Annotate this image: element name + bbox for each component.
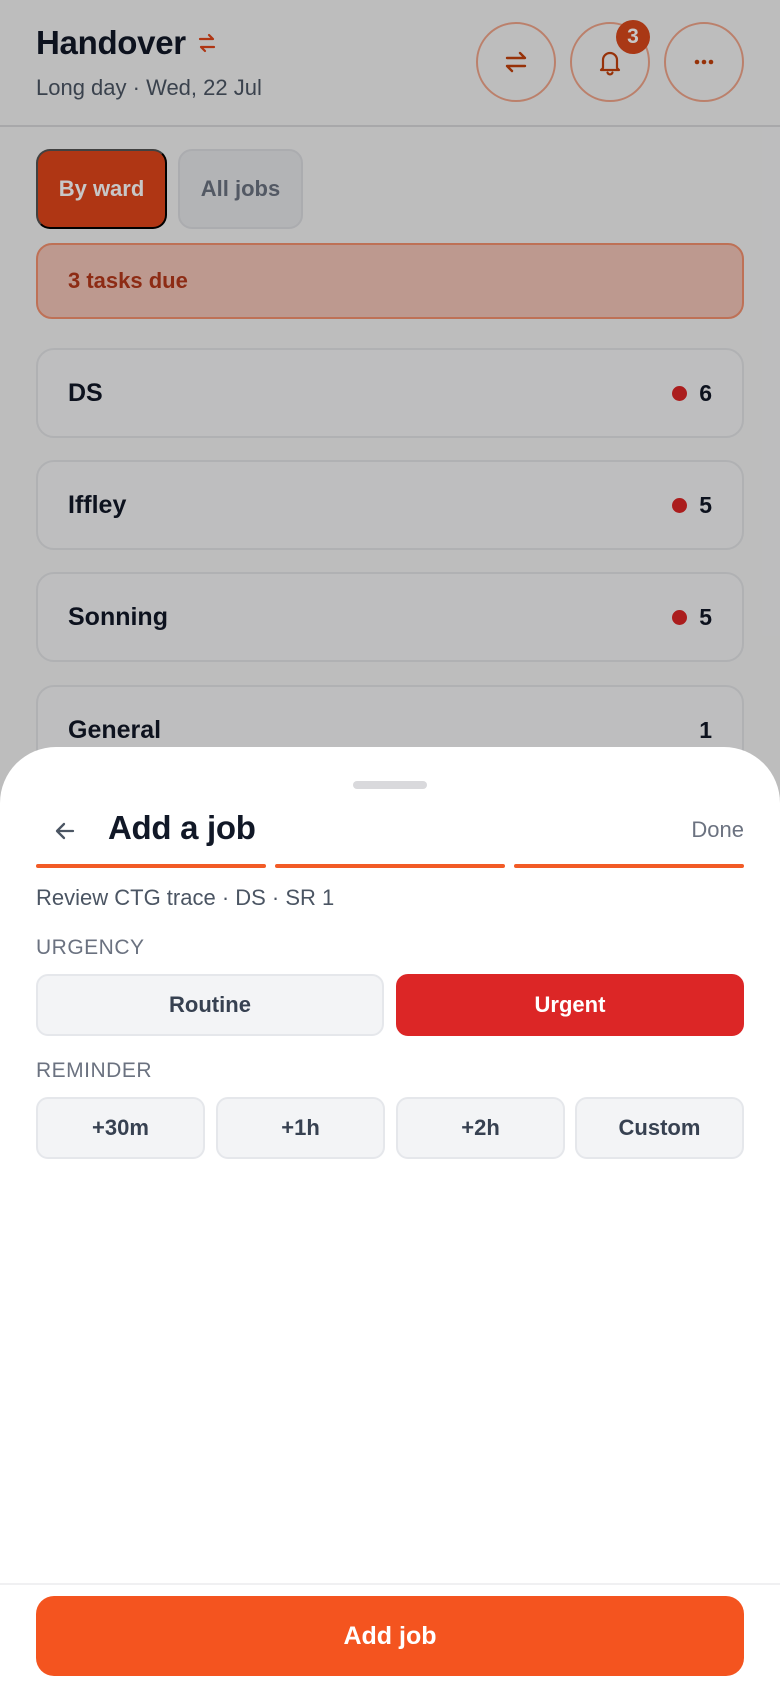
reminder-label: REMINDER — [36, 1059, 153, 1082]
reminder-2h-button[interactable]: +2h — [396, 1097, 565, 1159]
reminder-custom-button[interactable]: Custom — [575, 1097, 744, 1159]
urgency-urgent-button[interactable]: Urgent — [396, 974, 744, 1036]
urgency-routine-button[interactable]: Routine — [36, 974, 384, 1036]
step-progress — [36, 864, 744, 868]
done-button[interactable]: Done — [691, 817, 744, 843]
add-job-button[interactable]: Add job — [36, 1596, 744, 1676]
reminder-1h-button[interactable]: +1h — [216, 1097, 385, 1159]
step-indicator — [275, 864, 505, 868]
sheet-title: Add a job — [108, 809, 256, 846]
add-job-sheet: Add a job Done Review CTG trace · DS · S… — [0, 747, 780, 1688]
job-context: Review CTG trace · DS · SR 1 — [36, 885, 335, 910]
step-indicator — [514, 864, 744, 868]
reminder-30m-button[interactable]: +30m — [36, 1097, 205, 1159]
step-indicator — [36, 864, 266, 868]
sheet-drag-handle[interactable] — [353, 781, 427, 789]
back-button[interactable] — [48, 811, 82, 851]
arrow-left-icon — [55, 822, 75, 840]
urgency-label: URGENCY — [36, 936, 145, 959]
